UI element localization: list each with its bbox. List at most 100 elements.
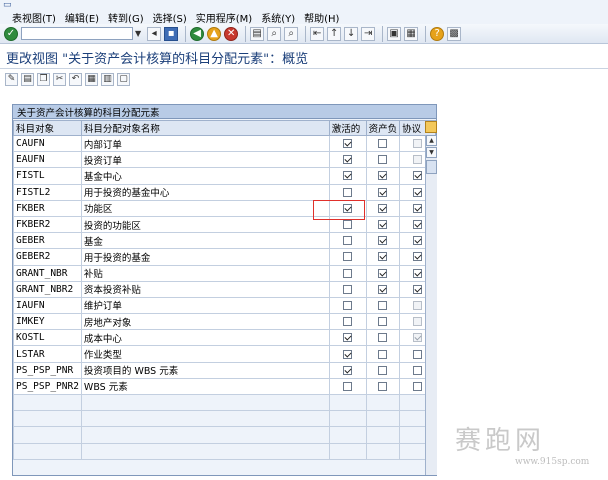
table-settings-icon[interactable] <box>425 121 437 133</box>
menu-table-view[interactable]: 表视图(T) <box>12 10 56 25</box>
table-row[interactable]: LSTAR 作业类型 <box>13 345 436 363</box>
command-field[interactable] <box>21 27 133 40</box>
new-session-icon[interactable]: ▣ <box>387 26 402 41</box>
active-checkbox[interactable] <box>343 300 353 310</box>
active-checkbox[interactable] <box>343 349 353 359</box>
menu-edit[interactable]: 编辑(E) <box>65 10 99 25</box>
asset-liability-checkbox[interactable] <box>378 317 388 327</box>
back-icon[interactable]: ◀ <box>190 26 205 41</box>
asset-liability-checkbox[interactable] <box>378 268 388 278</box>
table-row[interactable]: GRANT_NBR 补贴 <box>13 264 436 282</box>
help-icon[interactable]: ? <box>430 26 445 41</box>
save-icon[interactable]: ▪ <box>164 26 179 41</box>
vertical-scrollbar[interactable]: ▲ ▼ <box>425 135 437 475</box>
asset-liability-checkbox[interactable] <box>378 220 388 230</box>
deselect-all-icon[interactable]: ▢ <box>117 72 130 86</box>
find-icon[interactable]: ⌕ <box>267 26 282 41</box>
agreement-checkbox[interactable] <box>413 365 423 375</box>
asset-liability-checkbox[interactable] <box>378 300 388 310</box>
asset-liability-checkbox[interactable] <box>378 236 388 246</box>
find-next-icon[interactable]: ⌕ <box>284 26 299 41</box>
scroll-up-icon[interactable]: ▲ <box>426 135 437 146</box>
column-header-account-object[interactable]: 科目对象 <box>13 120 82 136</box>
agreement-checkbox[interactable] <box>413 171 423 181</box>
agreement-checkbox[interactable] <box>413 349 423 359</box>
table-row[interactable]: GEBER 基金 <box>13 232 436 250</box>
table-row[interactable]: CAUFN 内部订单 <box>13 134 436 153</box>
table-row[interactable]: FISTL2 用于投资的基金中心 <box>13 183 436 201</box>
empty-table-row[interactable] <box>13 426 436 444</box>
asset-liability-checkbox[interactable] <box>378 333 388 343</box>
asset-liability-checkbox[interactable] <box>378 365 388 375</box>
new-entries-icon[interactable]: ▤ <box>21 72 34 86</box>
agreement-checkbox[interactable] <box>413 187 423 197</box>
asset-liability-checkbox[interactable] <box>378 284 388 294</box>
first-page-icon[interactable]: ⇤ <box>310 26 325 41</box>
table-row[interactable]: EAUFN 投资订单 <box>13 151 436 169</box>
column-header-asset-liability[interactable]: 资产负 <box>365 120 401 136</box>
asset-liability-checkbox[interactable] <box>378 171 388 181</box>
active-checkbox[interactable] <box>343 236 353 246</box>
active-checkbox[interactable] <box>343 155 353 165</box>
active-checkbox[interactable] <box>343 139 353 149</box>
enter-icon[interactable]: ✓ <box>4 26 18 41</box>
active-checkbox[interactable] <box>343 187 353 197</box>
empty-table-row[interactable] <box>13 410 436 428</box>
shortcut-icon[interactable]: ▦ <box>404 26 419 41</box>
table-row[interactable]: GRANT_NBR2 资本投资补贴 <box>13 280 436 298</box>
table-row[interactable]: PS_PSP_PNR2 WBS 元素 <box>13 377 436 396</box>
agreement-checkbox[interactable] <box>413 381 423 391</box>
empty-table-row[interactable] <box>13 442 436 460</box>
agreement-checkbox[interactable] <box>413 284 423 294</box>
active-checkbox[interactable] <box>343 333 353 343</box>
menu-select[interactable]: 选择(S) <box>153 10 187 25</box>
layout-menu-icon[interactable]: ▩ <box>447 26 462 41</box>
table-row[interactable]: IAUFN 维护订单 <box>13 296 436 315</box>
column-header-object-name[interactable]: 科目分配对象名称 <box>80 120 330 136</box>
menu-goto[interactable]: 转到(G) <box>108 10 144 25</box>
display-change-icon[interactable]: ✎ <box>5 72 18 86</box>
agreement-checkbox[interactable] <box>413 220 423 230</box>
table-row[interactable]: IMKEY 房地产对象 <box>13 313 436 331</box>
asset-liability-checkbox[interactable] <box>378 381 388 391</box>
select-block-icon[interactable]: ▥ <box>101 72 114 86</box>
asset-liability-checkbox[interactable] <box>378 187 388 197</box>
agreement-checkbox[interactable] <box>413 203 423 213</box>
table-row[interactable]: GEBER2 用于投资的基金 <box>13 248 436 266</box>
active-checkbox[interactable] <box>343 284 353 294</box>
table-row[interactable]: FKBER2 投资的功能区 <box>13 215 436 234</box>
menu-utilities[interactable]: 实用程序(M) <box>196 10 252 25</box>
asset-liability-checkbox[interactable] <box>378 349 388 359</box>
cancel-icon[interactable]: ✕ <box>224 26 239 41</box>
menu-help[interactable]: 帮助(H) <box>304 10 339 25</box>
scroll-down-icon[interactable]: ▼ <box>426 147 437 158</box>
undo-icon[interactable]: ↶ <box>69 72 82 86</box>
asset-liability-checkbox[interactable] <box>378 252 388 262</box>
asset-liability-checkbox[interactable] <box>378 155 388 165</box>
select-all-icon[interactable]: ▦ <box>85 72 98 86</box>
active-checkbox[interactable] <box>343 381 353 391</box>
table-row[interactable]: FISTL 基金中心 <box>13 167 436 185</box>
previous-page-icon[interactable]: ↑ <box>327 26 342 41</box>
active-checkbox[interactable] <box>343 171 353 181</box>
active-checkbox[interactable] <box>343 317 353 327</box>
table-row[interactable]: KOSTL 成本中心 <box>13 329 436 347</box>
copy-icon[interactable]: ❐ <box>37 72 50 86</box>
empty-table-row[interactable] <box>13 393 436 412</box>
last-page-icon[interactable]: ⇥ <box>361 26 376 41</box>
back-nav-icon[interactable]: ◂ <box>147 26 162 41</box>
active-checkbox[interactable] <box>343 268 353 278</box>
active-checkbox[interactable] <box>343 220 353 230</box>
scroll-thumb[interactable] <box>426 160 437 174</box>
agreement-checkbox[interactable] <box>413 252 423 262</box>
table-row[interactable]: FKBER 功能区 <box>13 199 436 217</box>
column-header-active[interactable]: 激活的 <box>328 120 367 136</box>
menu-system[interactable]: 系统(Y) <box>261 10 295 25</box>
table-row[interactable]: PS_PSP_PNR 投资项目的 WBS 元素 <box>13 361 436 379</box>
delete-icon[interactable]: ✂ <box>53 72 66 86</box>
command-dropdown-icon[interactable]: ▼ <box>135 29 141 38</box>
print-icon[interactable]: ▤ <box>250 26 265 41</box>
agreement-checkbox[interactable] <box>413 236 423 246</box>
asset-liability-checkbox[interactable] <box>378 139 388 149</box>
exit-icon[interactable]: ▲ <box>207 26 222 41</box>
